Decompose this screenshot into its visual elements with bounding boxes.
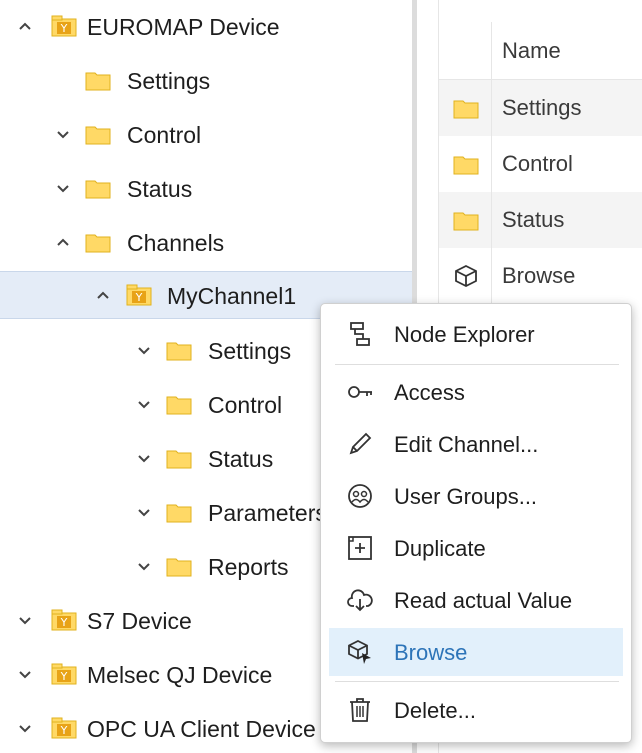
chevron-down-icon[interactable] [136, 504, 152, 520]
grid-row[interactable]: Control [439, 136, 642, 192]
trash-icon [350, 698, 370, 722]
folder-icon [85, 126, 111, 145]
tree-node-label: EUROMAP Device [87, 14, 280, 40]
duplicate-icon [348, 536, 372, 560]
column-divider [491, 22, 492, 79]
chevron-up-icon[interactable] [55, 234, 71, 250]
folder-icon [166, 342, 192, 361]
folder-icon [85, 180, 111, 199]
user-groups-icon [348, 484, 372, 508]
folder-icon [453, 156, 479, 175]
tree-node-label: Settings [127, 68, 211, 94]
menu-item-label: Edit Channel... [394, 432, 539, 457]
svg-text:Y: Y [60, 22, 68, 35]
tree-node-status[interactable]: Status [0, 165, 412, 213]
tree-node-label: Reports [208, 554, 289, 580]
chevron-down-icon[interactable] [136, 396, 152, 412]
folder-icon [166, 396, 192, 415]
device-icon: Y [51, 663, 77, 685]
grid-row[interactable]: Status [439, 192, 642, 248]
column-divider [491, 192, 492, 248]
grid-cell-name: Control [502, 151, 573, 176]
cloud-read-icon [347, 589, 373, 612]
tree-node-euromap-device[interactable]: Y EUROMAP Device [0, 3, 412, 51]
cube-icon [455, 264, 477, 288]
menu-item-label: Delete... [394, 698, 476, 723]
menu-item-access[interactable]: Access [329, 368, 623, 416]
chevron-down-icon[interactable] [136, 342, 152, 358]
tree-node-label: Melsec QJ Device [87, 662, 273, 688]
chevron-up-icon[interactable] [95, 287, 111, 303]
tree-node-label: OPC UA Client Device [87, 716, 316, 742]
tree-node-label: Status [127, 176, 193, 202]
tree-node-label: S7 Device [87, 608, 192, 634]
device-icon: Y [51, 15, 77, 37]
context-menu: Node Explorer Access Edit Channel... Use… [320, 303, 632, 743]
svg-text:Y: Y [60, 616, 68, 629]
svg-text:Y: Y [60, 724, 68, 737]
grid-row[interactable]: Settings [439, 80, 642, 136]
svg-text:Y: Y [135, 291, 143, 304]
menu-item-edit-channel[interactable]: Edit Channel... [329, 420, 623, 468]
menu-item-read-actual-value[interactable]: Read actual Value [329, 576, 623, 624]
tree-node-settings[interactable]: Settings [0, 57, 412, 105]
folder-icon [85, 234, 111, 253]
menu-item-label: Browse [394, 640, 468, 665]
menu-item-label: Duplicate [394, 536, 486, 561]
menu-item-label: Access [394, 380, 465, 405]
tree-node-label: Parameters [208, 500, 327, 526]
folder-icon [166, 504, 192, 523]
menu-item-user-groups[interactable]: User Groups... [329, 472, 623, 520]
menu-item-delete[interactable]: Delete... [329, 686, 623, 734]
menu-separator [335, 364, 619, 365]
channel-icon: Y [126, 284, 152, 306]
column-header-name[interactable]: Name [502, 39, 561, 63]
tree-node-label: Control [208, 392, 283, 418]
menu-item-label: User Groups... [394, 484, 538, 509]
menu-item-duplicate[interactable]: Duplicate [329, 524, 623, 572]
grid-cell-name: Status [502, 207, 565, 232]
grid-cell-name: Settings [502, 95, 582, 120]
pencil-icon [349, 432, 372, 455]
column-divider [491, 136, 492, 192]
chevron-down-icon[interactable] [17, 666, 33, 682]
tree-node-label: Channels [127, 230, 225, 256]
chevron-down-icon[interactable] [17, 720, 33, 736]
tree-node-label: MyChannel1 [167, 283, 297, 309]
browse-icon [348, 639, 371, 664]
grid-cell-name: Browse [502, 263, 576, 288]
device-icon: Y [51, 717, 77, 739]
key-icon [348, 386, 372, 398]
folder-icon [166, 450, 192, 469]
tree-node-channels[interactable]: Channels [0, 219, 412, 267]
column-divider [491, 80, 492, 136]
chevron-down-icon[interactable] [136, 558, 152, 574]
menu-item-browse[interactable]: Browse [329, 628, 623, 676]
tree-node-control[interactable]: Control [0, 111, 412, 159]
chevron-up-icon[interactable] [17, 18, 33, 34]
grid-header: Name [439, 22, 642, 80]
menu-item-label: Read actual Value [394, 588, 573, 613]
folder-icon [453, 212, 479, 231]
folder-icon [166, 558, 192, 577]
chevron-down-icon[interactable] [17, 612, 33, 628]
svg-text:Y: Y [60, 670, 68, 683]
tree-node-label: Control [127, 122, 202, 148]
menu-item-label: Node Explorer [394, 322, 535, 347]
chevron-down-icon[interactable] [55, 126, 71, 142]
tree-node-label: Settings [208, 338, 292, 364]
tree-node-label: Status [208, 446, 274, 472]
chevron-down-icon[interactable] [136, 450, 152, 466]
menu-item-node-explorer[interactable]: Node Explorer [329, 310, 623, 358]
folder-icon [85, 72, 111, 91]
folder-icon [453, 100, 479, 119]
menu-separator [335, 681, 619, 682]
column-divider [491, 248, 492, 304]
chevron-down-icon[interactable] [55, 180, 71, 196]
node-explorer-icon [350, 322, 370, 346]
device-icon: Y [51, 609, 77, 631]
grid-row[interactable]: Browse [439, 248, 642, 304]
